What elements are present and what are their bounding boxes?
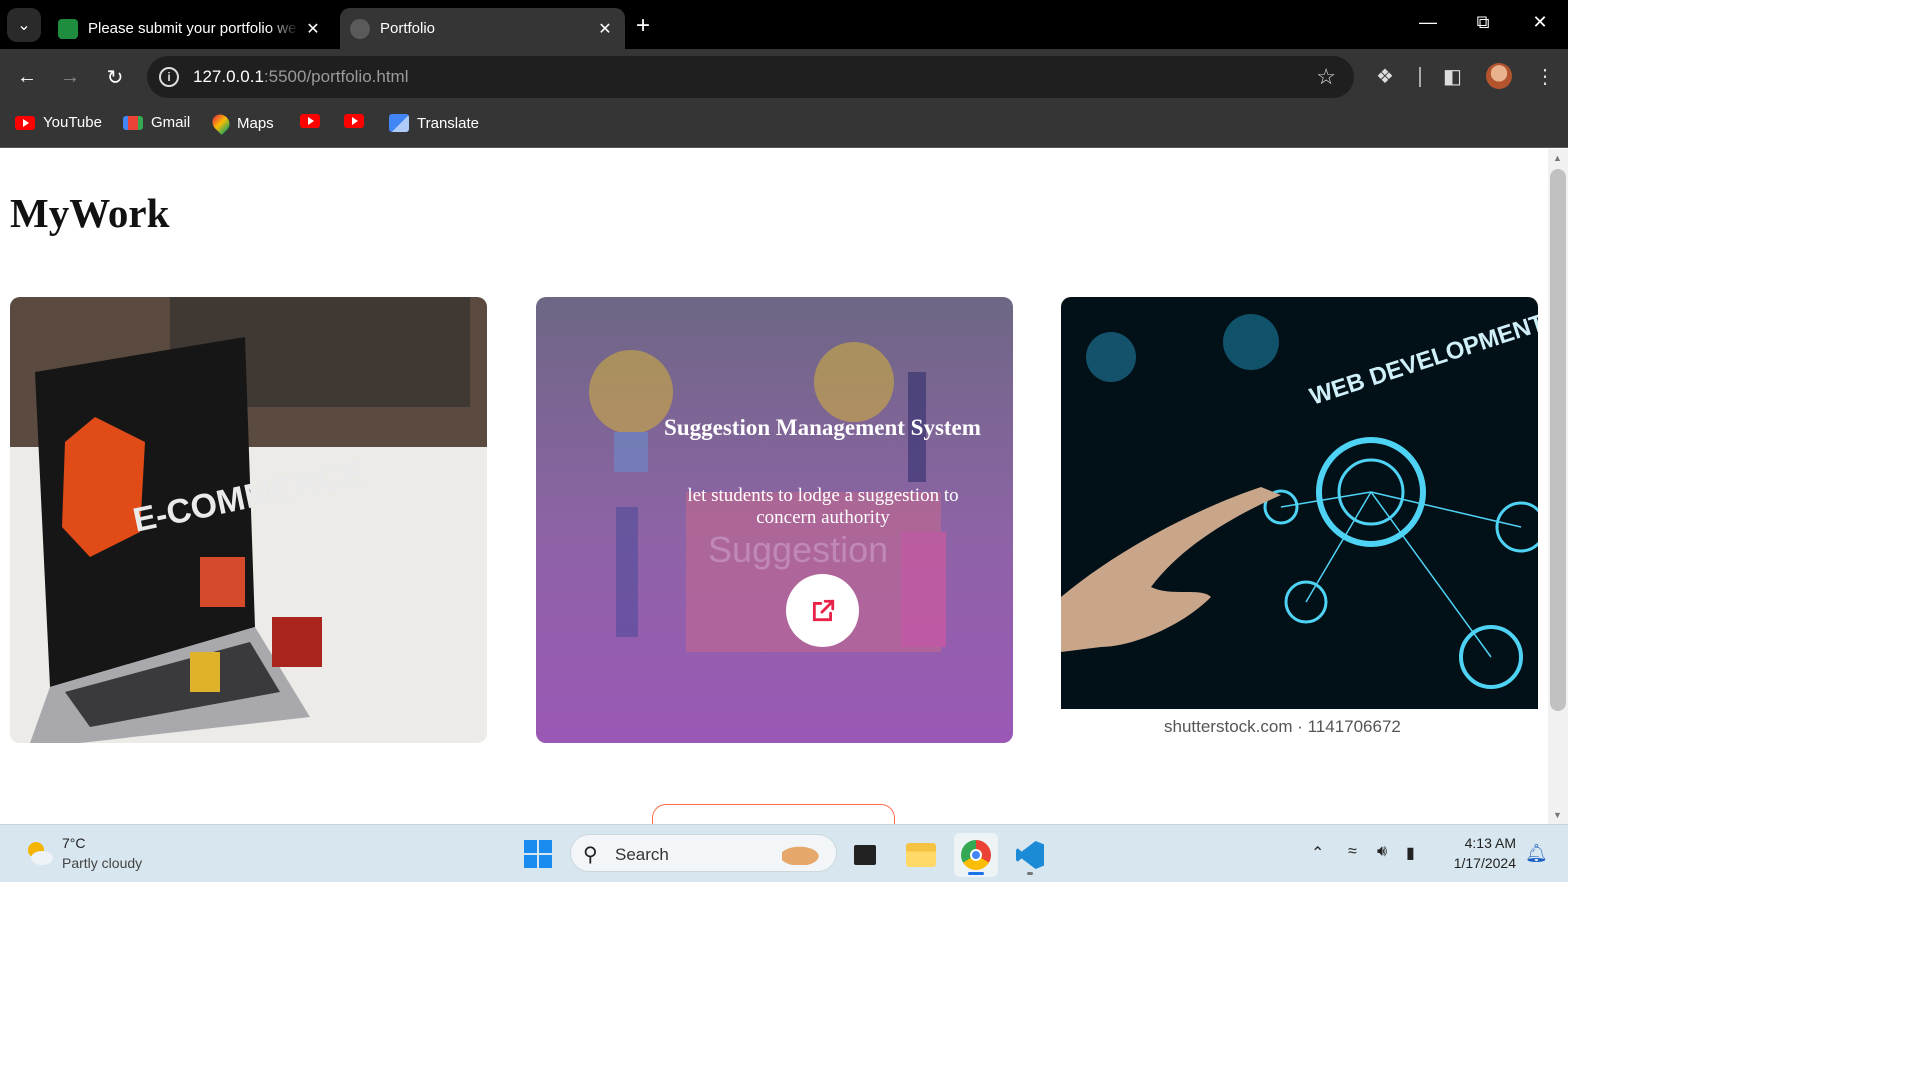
window-close-icon[interactable]: ✕ [1525,12,1555,33]
image-watermark: shutterstock.com · 1141706672 [1159,717,1406,737]
search-placeholder: Search [615,845,669,864]
card-overlay-title: Suggestion Management System [664,415,981,440]
work-card-suggestion-system[interactable]: Suggestion Suggestion Management System … [536,297,1013,743]
bookmark-translate[interactable]: Translate [389,114,479,132]
bookmark-youtube-3[interactable] [344,114,372,128]
work-card-ecommerce[interactable]: E-COMMERCE [10,297,487,743]
bookmark-maps[interactable]: Maps [208,110,274,136]
bookmark-youtube-2[interactable] [300,114,328,128]
view-more-button[interactable] [652,804,895,824]
scroll-up-icon[interactable]: ▲ [1553,153,1562,163]
back-icon[interactable]: ← [13,63,41,91]
address-bar[interactable]: i 127.0.0.1:5500/portfolio.html ☆ [147,56,1354,98]
wifi-icon[interactable]: ≈ [1348,843,1357,861]
page-title: MyWork [10,190,170,236]
globe-icon [350,18,370,39]
translate-icon [389,114,409,132]
search-icon: ⚲ [583,844,598,866]
vscode-icon [1016,841,1044,869]
tab-title: Please submit your portfolio we [88,20,297,37]
notification-bell-icon[interactable]: 🔔︎ [1525,843,1548,864]
youtube-icon [300,114,320,128]
restore-icon[interactable]: ⧉ [1468,12,1498,33]
file-explorer-button[interactable] [899,833,943,877]
search-highlight-icon [782,843,826,865]
card-overlay-description: let students to lodge a suggestion to co… [687,485,959,528]
url-text[interactable]: 127.0.0.1:5500/portfolio.html [193,67,409,87]
weather-temperature[interactable]: 7°C [62,835,86,851]
browser-toolbar: ← → ↻ i 127.0.0.1:5500/portfolio.html ☆ … [0,49,1568,105]
classroom-icon [58,18,78,39]
gmail-icon [123,115,143,130]
windows-start-button[interactable] [524,840,552,868]
active-app-indicator [968,872,984,875]
suggestion-image-text: Suggestion [708,529,888,570]
tab-portfolio[interactable]: Portfolio ✕ [340,8,625,49]
site-info-icon[interactable]: i [159,67,179,87]
open-project-button[interactable] [786,574,859,647]
close-icon[interactable]: ✕ [591,19,619,39]
bookmark-youtube[interactable]: YouTube [15,114,102,131]
forward-icon[interactable]: → [56,63,84,91]
partly-cloudy-icon[interactable] [24,838,54,868]
scrollbar-thumb[interactable] [1550,169,1566,711]
extensions-icon[interactable]: ❖ [1376,64,1394,89]
bookmarks-bar: YouTube Gmail Maps Translate [0,105,1568,148]
more-menu-icon[interactable]: ⋮ [1535,64,1555,89]
page-viewport: MyWork E-COMMERCE Suggestion Suggestion … [0,149,1548,824]
youtube-icon [15,115,35,130]
weather-description[interactable]: Partly cloudy [62,855,142,871]
scroll-down-icon[interactable]: ▼ [1553,810,1562,820]
tab-strip: ⌄ Please submit your portfolio we ✕ Port… [0,0,1568,49]
task-view-button[interactable] [843,833,887,877]
page-scrollbar[interactable]: ▲ ▼ [1548,149,1568,824]
clock-time: 4:13 AM [1464,835,1516,851]
battery-icon[interactable]: ▮ [1406,843,1415,863]
minimize-icon[interactable]: — [1413,12,1443,33]
web-development-image: WEB DEVELOPMENT [1061,309,1538,743]
show-hidden-icons-chevron-up-icon[interactable]: ⌃ [1311,843,1324,863]
work-card-web-development[interactable]: WEB DEVELOPMENT shutterstock.com · 11417… [1061,297,1538,743]
external-link-icon [812,599,834,621]
task-view-icon [854,845,876,865]
profile-avatar[interactable] [1486,63,1512,89]
tab-search-button[interactable]: ⌄ [7,8,41,42]
ecommerce-laptop-image: E-COMMERCE [10,297,487,743]
bookmark-star-icon[interactable]: ☆ [1316,64,1336,90]
chrome-icon [961,840,991,870]
vscode-button[interactable] [1008,833,1052,877]
windows-taskbar: 7°C Partly cloudy ⚲ Search ⌃ ≈ 🔊︎ ▮ 4:13… [0,824,1568,882]
clock-date: 1/17/2024 [1453,855,1516,871]
web-development-image-text: WEB DEVELOPMENT [1307,309,1538,411]
youtube-icon [344,114,364,128]
folder-icon [906,843,936,867]
bookmark-gmail[interactable]: Gmail [123,114,190,131]
running-app-indicator [1027,872,1033,875]
tab-title: Portfolio [380,20,436,37]
volume-icon[interactable]: 🔊︎ [1377,843,1387,861]
close-icon[interactable]: ✕ [299,19,327,39]
chrome-button[interactable] [954,833,998,877]
chevron-down-icon: ⌄ [17,17,31,34]
taskbar-clock[interactable]: 4:13 AM 1/17/2024 [1440,833,1516,873]
side-panel-icon[interactable]: ◧ [1443,64,1462,89]
maps-icon [208,110,234,136]
new-tab-button[interactable]: + [636,12,650,40]
taskbar-search[interactable]: ⚲ Search [570,834,837,872]
tab-portfolio-submission[interactable]: Please submit your portfolio we ✕ [48,8,333,49]
toolbar-divider [1419,67,1421,87]
reload-icon[interactable]: ↻ [101,63,129,91]
